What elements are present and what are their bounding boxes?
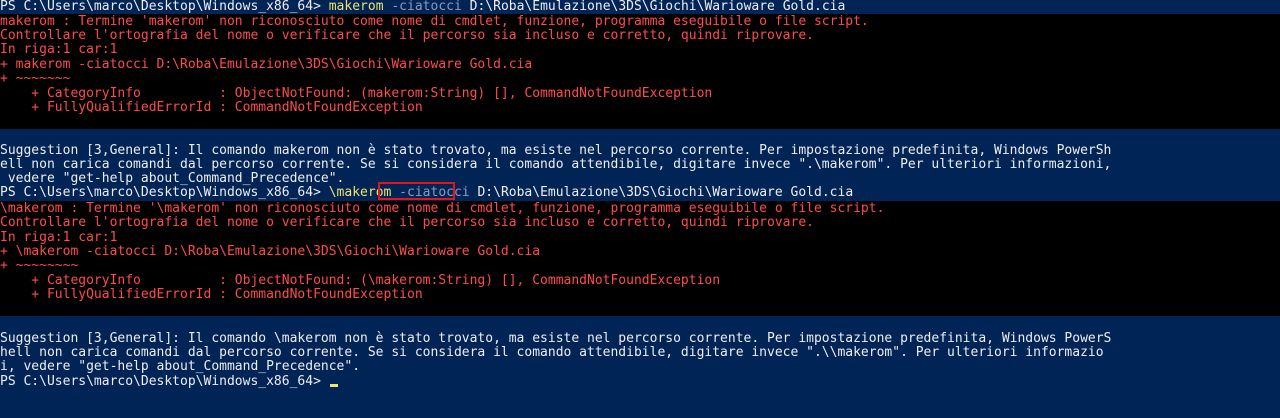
error-line: \makerom : Termine '\makerom' non ricono… bbox=[0, 201, 1280, 216]
error-line: In riga:1 car:1 bbox=[0, 230, 1280, 245]
error-line: makerom : Termine 'makerom' non riconosc… bbox=[0, 14, 1280, 29]
prompt-line: PS C:\Users\marco\Desktop\Windows_x86_64… bbox=[0, 0, 1280, 14]
error-line bbox=[0, 301, 1280, 316]
argument-text: D:\Roba\Emulazione\3DS\Giochi\Warioware … bbox=[469, 185, 854, 200]
error-line: + FullyQualifiedErrorId : CommandNotFoun… bbox=[0, 287, 1280, 302]
text-cursor bbox=[329, 384, 338, 387]
command-text: makerom bbox=[328, 0, 384, 14]
error-line bbox=[0, 114, 1280, 129]
suggestion-line: hell non carica comandi dal percorso cor… bbox=[0, 345, 1104, 360]
argument-text: D:\Roba\Emulazione\3DS\Giochi\Warioware … bbox=[461, 0, 846, 14]
powershell-console[interactable]: PS C:\Users\marco\Desktop\Windows_x86_64… bbox=[0, 0, 1280, 418]
error-line: + CategoryInfo : ObjectNotFound: (\maker… bbox=[0, 273, 1280, 288]
prompt-text: PS C:\Users\marco\Desktop\Windows_x86_64… bbox=[0, 374, 329, 389]
suggestion-line: Suggestion [3,General]: Il comando maker… bbox=[0, 143, 1112, 158]
error-line: Controllare l'ortografia del nome o veri… bbox=[0, 215, 1280, 230]
suggestion-line: i, vedere "get-help about_Command_Preced… bbox=[0, 359, 361, 374]
error-line: + ~~~~~~~~ bbox=[0, 258, 1280, 273]
error-line: In riga:1 car:1 bbox=[0, 42, 1280, 57]
suggestion-line: ell non carica comandi dal percorso corr… bbox=[0, 157, 1112, 172]
error-line: + \makerom -ciatocci D:\Roba\Emulazione\… bbox=[0, 244, 1280, 259]
error-line: Controllare l'ortografia del nome o veri… bbox=[0, 28, 1280, 43]
prompt-text: PS C:\Users\marco\Desktop\Windows_x86_64… bbox=[0, 0, 329, 14]
suggestion-line: Suggestion [3,General]: Il comando \make… bbox=[0, 331, 1112, 346]
error-line: + ~~~~~~~ bbox=[0, 71, 1280, 86]
error-line: + CategoryInfo : ObjectNotFound: (makero… bbox=[0, 86, 1280, 101]
suggestion-line: vedere "get-help about_Command_Precedenc… bbox=[0, 171, 345, 186]
error-line: + makerom -ciatocci D:\Roba\Emulazione\3… bbox=[0, 57, 1280, 72]
prompt-text: PS C:\Users\marco\Desktop\Windows_x86_64… bbox=[0, 185, 329, 200]
prompt-line: PS C:\Users\marco\Desktop\Windows_x86_64… bbox=[0, 185, 1280, 200]
parameter-text: -ciatocci bbox=[383, 0, 462, 14]
current-prompt-line[interactable]: PS C:\Users\marco\Desktop\Windows_x86_64… bbox=[0, 374, 1280, 389]
error-line: + FullyQualifiedErrorId : CommandNotFoun… bbox=[0, 100, 1280, 115]
command-highlight-box bbox=[378, 182, 455, 200]
